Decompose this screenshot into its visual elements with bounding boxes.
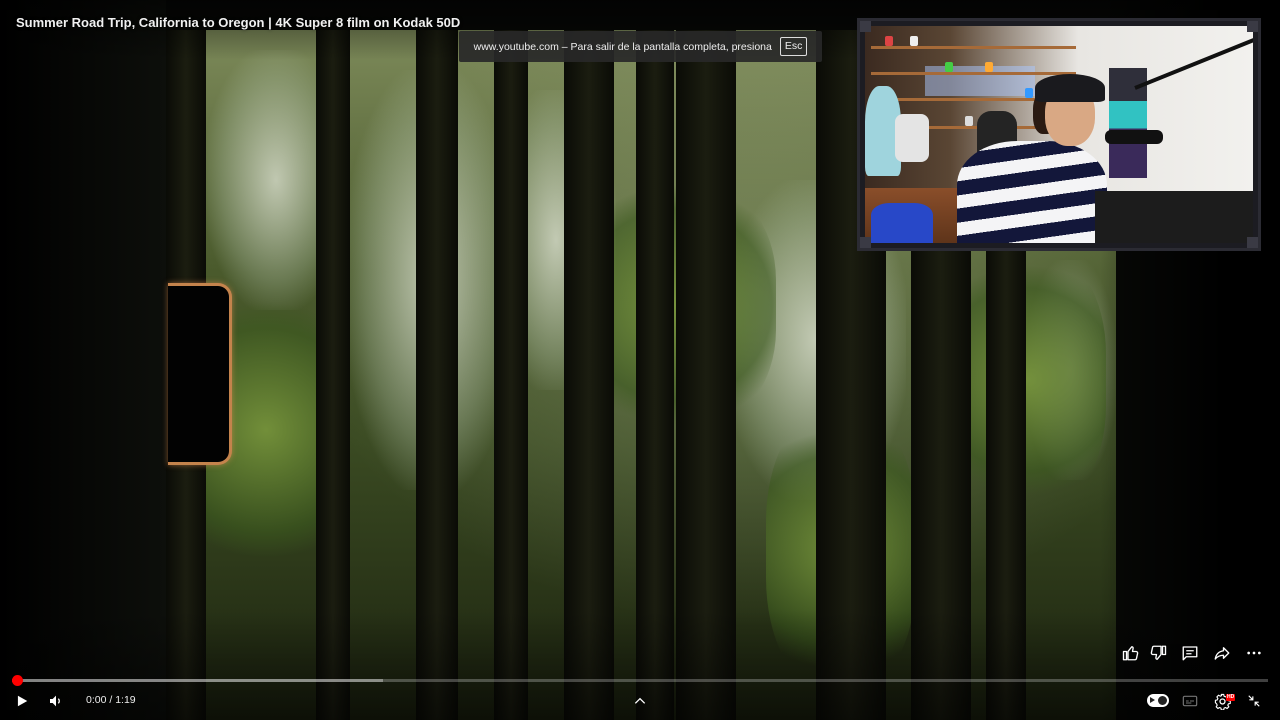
share-button[interactable] xyxy=(1204,635,1240,671)
streamer-webcam-overlay xyxy=(857,18,1261,251)
webcam-frame-corner xyxy=(1247,21,1258,32)
current-time: 0:00 xyxy=(86,694,107,706)
progress-bar[interactable] xyxy=(12,675,1268,686)
webcam-shelf xyxy=(871,46,1076,49)
video-title[interactable]: Summer Road Trip, California to Oregon |… xyxy=(16,15,460,30)
comment-icon xyxy=(1182,646,1198,661)
webcam-collectible xyxy=(985,62,993,72)
progress-buffered xyxy=(12,679,383,682)
webcam-collectible xyxy=(885,36,893,46)
subtitles-icon xyxy=(1182,695,1198,707)
settings-button[interactable] xyxy=(1204,683,1240,719)
webcam-led-light xyxy=(925,66,1035,96)
webcam-frame-corner xyxy=(860,237,871,248)
dislike-button[interactable] xyxy=(1140,635,1176,671)
webcam-person-cap xyxy=(1035,74,1105,102)
webcam-collectible xyxy=(945,62,953,72)
time-separator: / xyxy=(106,694,116,706)
autoplay-toggle-knob xyxy=(1158,696,1167,705)
webcam-collectible xyxy=(1025,88,1033,98)
webcam-microphone xyxy=(1105,130,1163,144)
thumbs-up-icon xyxy=(1122,646,1139,661)
hd-quality-badge: HD xyxy=(1226,694,1236,701)
thumbs-down-icon xyxy=(1150,645,1167,660)
webcam-frame-corner xyxy=(1247,237,1258,248)
webcam-pillow xyxy=(871,203,933,243)
webcam-shelf xyxy=(871,72,1076,75)
fullscreen-notice-text: www.youtube.com – Para salir de la panta… xyxy=(473,40,772,53)
autoplay-toggle[interactable] xyxy=(1147,694,1169,707)
film-sprocket-hole xyxy=(168,283,232,465)
webcam-person-hoodie xyxy=(957,141,1107,243)
more-actions-button[interactable] xyxy=(1236,635,1272,671)
chevron-up-icon xyxy=(634,697,646,704)
webcam-desk xyxy=(1095,191,1253,243)
volume-icon xyxy=(50,695,60,707)
play-icon xyxy=(17,695,28,707)
webcam-frame-corner xyxy=(860,21,871,32)
exit-fullscreen-button[interactable] xyxy=(1236,683,1272,719)
webcam-mic-arm xyxy=(1134,37,1253,90)
autoplay-play-glyph-icon xyxy=(1150,697,1155,703)
time-display: 0:00 / 1:19 xyxy=(86,694,136,706)
comments-button[interactable] xyxy=(1172,635,1208,671)
webcam-collectible xyxy=(910,36,918,46)
more-icon xyxy=(1247,651,1261,655)
webcam-figurine xyxy=(895,114,929,162)
exit-fullscreen-icon xyxy=(1248,695,1260,707)
play-button[interactable] xyxy=(4,683,40,719)
duration: 1:19 xyxy=(115,694,136,706)
expand-chevron-button[interactable] xyxy=(622,683,658,719)
esc-key-badge: Esc xyxy=(779,37,808,56)
webcam-collectible xyxy=(965,116,973,126)
fullscreen-exit-notice: www.youtube.com – Para salir de la panta… xyxy=(459,31,822,62)
webcam-feed xyxy=(865,26,1253,243)
share-icon xyxy=(1214,647,1230,660)
subtitles-button[interactable] xyxy=(1172,683,1208,719)
mute-button[interactable] xyxy=(38,683,74,719)
